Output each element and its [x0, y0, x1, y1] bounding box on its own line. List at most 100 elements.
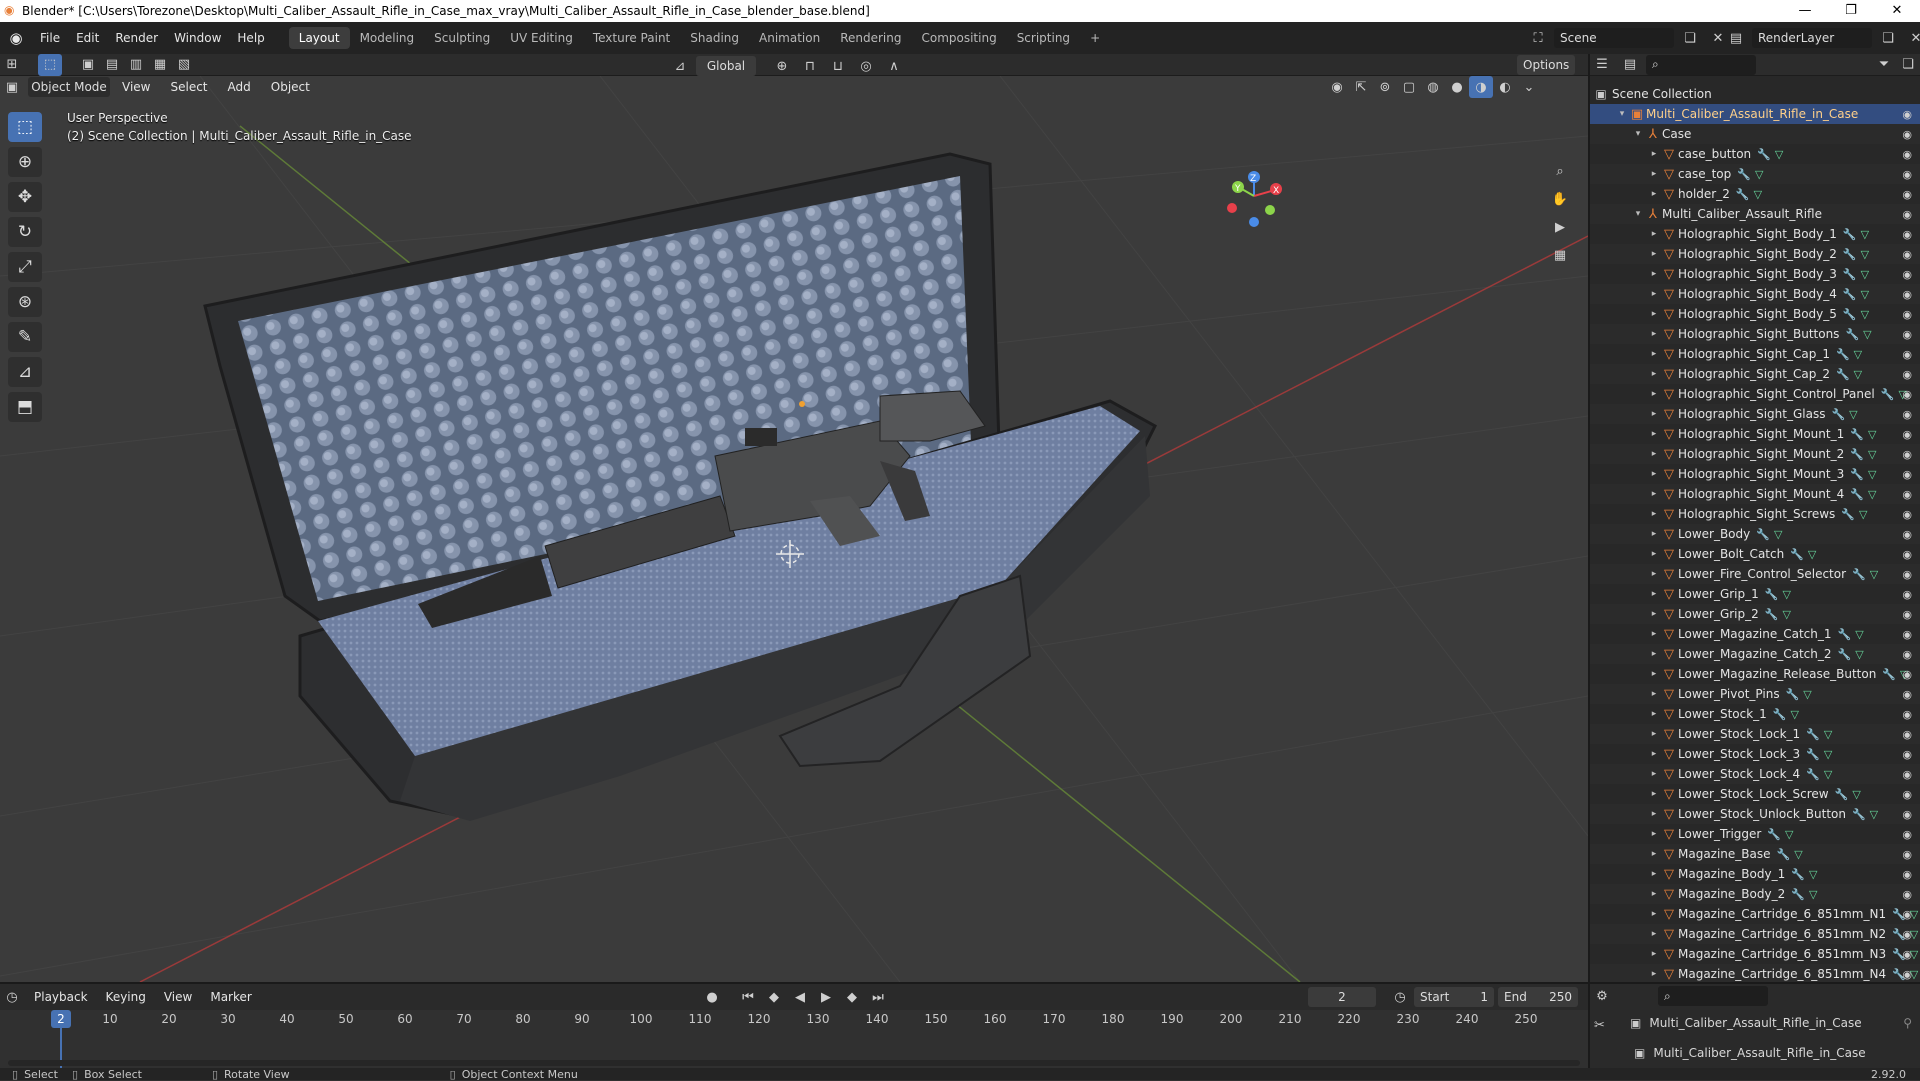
modifier-icon[interactable]: 🔧 — [1845, 328, 1859, 341]
expand-toggle-icon[interactable]: ▸ — [1648, 969, 1660, 979]
properties-search-input[interactable]: ⌕ — [1658, 986, 1768, 1006]
modifier-icon[interactable]: 🔧 — [1841, 508, 1855, 521]
jump-end-icon[interactable]: ⏭ — [866, 986, 890, 1008]
expand-toggle-icon[interactable]: ▸ — [1648, 389, 1660, 399]
expand-toggle-icon[interactable]: ▸ — [1648, 929, 1660, 939]
mesh-data-icon[interactable]: ▽ — [1803, 688, 1811, 701]
expand-toggle-icon[interactable]: ▸ — [1648, 429, 1660, 439]
modifier-icon[interactable]: 🔧 — [1850, 428, 1864, 441]
tab-modeling[interactable]: Modeling — [350, 27, 425, 49]
expand-toggle-icon[interactable]: ▾ — [1632, 209, 1644, 219]
timeline-scrollbar[interactable] — [8, 1060, 1580, 1066]
outliner-row[interactable]: ▸ ▽ Holographic_Sight_Mount_3 🔧 ▽ ◉ — [1590, 464, 1920, 484]
outliner-row[interactable]: ▸ ▽ Holographic_Sight_Glass 🔧 ▽ ◉ — [1590, 404, 1920, 424]
visibility-eye-icon[interactable]: ◉ — [1902, 188, 1912, 201]
modifier-icon[interactable]: 🔧 — [1791, 868, 1805, 881]
expand-toggle-icon[interactable]: ▸ — [1648, 909, 1660, 919]
mesh-data-icon[interactable]: ▽ — [1791, 708, 1799, 721]
modifier-icon[interactable]: 🔧 — [1850, 468, 1864, 481]
snap-icon[interactable]: ⊓ — [798, 55, 822, 77]
mesh-data-icon[interactable]: ▽ — [1861, 248, 1869, 261]
outliner-row[interactable]: ▸ ▽ Lower_Magazine_Catch_2 🔧 ▽ ◉ — [1590, 644, 1920, 664]
gizmo-neg-y-icon[interactable] — [1265, 205, 1275, 215]
visibility-eye-icon[interactable]: ◉ — [1902, 808, 1912, 821]
outliner-row[interactable]: ▸ ▽ Lower_Stock_Lock_Screw 🔧 ▽ ◉ — [1590, 784, 1920, 804]
expand-toggle-icon[interactable]: ▸ — [1648, 849, 1660, 859]
transform-tool-icon[interactable]: ⊛ — [8, 287, 42, 317]
mesh-data-icon[interactable]: ▽ — [1854, 348, 1862, 361]
mode-new-icon[interactable]: ▣ — [76, 54, 100, 76]
scale-tool-icon[interactable]: ⤢ — [8, 252, 42, 282]
expand-toggle-icon[interactable]: ▸ — [1648, 549, 1660, 559]
mesh-data-icon[interactable]: ▽ — [1861, 308, 1869, 321]
current-frame-field[interactable]: 2 — [1308, 987, 1376, 1007]
tab-layout[interactable]: Layout — [288, 27, 350, 49]
viewport-editor-icon[interactable]: ▣ — [0, 76, 24, 98]
visibility-eye-icon[interactable]: ◉ — [1902, 748, 1912, 761]
mesh-data-icon[interactable]: ▽ — [1794, 848, 1802, 861]
modifier-icon[interactable]: 🔧 — [1881, 388, 1895, 401]
expand-toggle-icon[interactable]: ▸ — [1648, 949, 1660, 959]
expand-toggle-icon[interactable]: ▸ — [1648, 169, 1660, 179]
menu-timeline-view[interactable]: View — [156, 990, 200, 1004]
modifier-icon[interactable]: 🔧 — [1736, 188, 1750, 201]
measure-tool-icon[interactable]: ⊿ — [8, 357, 42, 387]
visibility-eye-icon[interactable]: ◉ — [1902, 608, 1912, 621]
menu-render[interactable]: Render — [107, 31, 166, 45]
modifier-icon[interactable]: 🔧 — [1843, 228, 1857, 241]
preview-range-icon[interactable]: ◷ — [1388, 986, 1412, 1008]
menu-keying[interactable]: Keying — [98, 990, 154, 1004]
visibility-eye-icon[interactable]: ◉ — [1902, 628, 1912, 641]
outliner-row[interactable]: ▸ ▽ Lower_Stock_Unlock_Button 🔧 ▽ ◉ — [1590, 804, 1920, 824]
expand-toggle-icon[interactable]: ▸ — [1648, 629, 1660, 639]
mesh-data-icon[interactable]: ▽ — [1861, 268, 1869, 281]
outliner-row[interactable]: ▸ ▽ Magazine_Base 🔧 ▽ ◉ — [1590, 844, 1920, 864]
select-box-tool-icon[interactable]: ⬚ — [8, 112, 42, 142]
outliner-row[interactable]: ▸ ▽ Lower_Stock_Lock_1 🔧 ▽ ◉ — [1590, 724, 1920, 744]
outliner-row[interactable]: ▸ ▽ Magazine_Cartridge_6_851mm_N1 🔧 ▽ ◉ — [1590, 904, 1920, 924]
expand-toggle-icon[interactable]: ▸ — [1648, 249, 1660, 259]
mesh-data-icon[interactable]: ▽ — [1852, 788, 1860, 801]
outliner-row[interactable]: ▸ ▽ Lower_Magazine_Catch_1 🔧 ▽ ◉ — [1590, 624, 1920, 644]
timeline-editor-icon[interactable]: ◷ — [0, 986, 24, 1008]
modifier-icon[interactable]: 🔧 — [1757, 148, 1771, 161]
outliner-row[interactable]: ▸ ▽ Holographic_Sight_Body_3 🔧 ▽ ◉ — [1590, 264, 1920, 284]
tool-tab-icon[interactable]: ✂ — [1594, 1018, 1605, 1033]
visibility-eye-icon[interactable]: ◉ — [1902, 648, 1912, 661]
mesh-data-icon[interactable]: ▽ — [1849, 408, 1857, 421]
visibility-eye-icon[interactable]: ◉ — [1902, 828, 1912, 841]
visibility-eye-icon[interactable]: ◉ — [1902, 228, 1912, 241]
modifier-icon[interactable]: 🔧 — [1850, 448, 1864, 461]
modifier-icon[interactable]: 🔧 — [1791, 888, 1805, 901]
menu-add[interactable]: Add — [220, 80, 259, 94]
modifier-icon[interactable]: 🔧 — [1737, 168, 1751, 181]
visibility-eye-icon[interactable]: ◉ — [1902, 428, 1912, 441]
display-mode-icon[interactable]: ▤ — [1618, 54, 1642, 76]
play-reverse-icon[interactable]: ◀ — [788, 986, 812, 1008]
expand-toggle-icon[interactable]: ▸ — [1648, 489, 1660, 499]
mesh-data-icon[interactable]: ▽ — [1861, 228, 1869, 241]
visibility-eye-icon[interactable]: ◉ — [1902, 688, 1912, 701]
outliner-row[interactable]: ▸ ▽ Holographic_Sight_Mount_2 🔧 ▽ ◉ — [1590, 444, 1920, 464]
modifier-icon[interactable]: 🔧 — [1806, 728, 1820, 741]
delete-layer-icon[interactable]: ✕ — [1904, 27, 1920, 49]
gizmo-neg-z-icon[interactable] — [1249, 217, 1259, 227]
expand-toggle-icon[interactable]: ▸ — [1648, 369, 1660, 379]
play-icon[interactable]: ▶ — [814, 986, 838, 1008]
outliner-row[interactable]: ▸ ▽ Magazine_Body_2 🔧 ▽ ◉ — [1590, 884, 1920, 904]
visibility-eye-icon[interactable]: ◉ — [1902, 408, 1912, 421]
editor-type-icon[interactable]: ⊞ — [0, 54, 24, 76]
gizmo-toggle-icon[interactable]: ⇱ — [1349, 76, 1373, 98]
modifier-icon[interactable]: 🔧 — [1852, 808, 1866, 821]
outliner-row[interactable]: ▸ ▽ Lower_Grip_1 🔧 ▽ ◉ — [1590, 584, 1920, 604]
outliner-row[interactable]: ▸ ▽ Holographic_Sight_Body_1 🔧 ▽ ◉ — [1590, 224, 1920, 244]
menu-select[interactable]: Select — [162, 80, 215, 94]
visibility-eye-icon[interactable]: ◉ — [1902, 208, 1912, 221]
expand-toggle-icon[interactable]: ▸ — [1648, 149, 1660, 159]
tab-compositing[interactable]: Compositing — [911, 27, 1006, 49]
outliner-row[interactable]: ▸ ▽ Lower_Stock_Lock_3 🔧 ▽ ◉ — [1590, 744, 1920, 764]
tab-animation[interactable]: Animation — [749, 27, 830, 49]
scene-collection-row[interactable]: ▣ Scene Collection — [1590, 84, 1920, 104]
outliner-row[interactable]: ▸ ▽ holder_2 🔧 ▽ ◉ — [1590, 184, 1920, 204]
tab-rendering[interactable]: Rendering — [830, 27, 911, 49]
